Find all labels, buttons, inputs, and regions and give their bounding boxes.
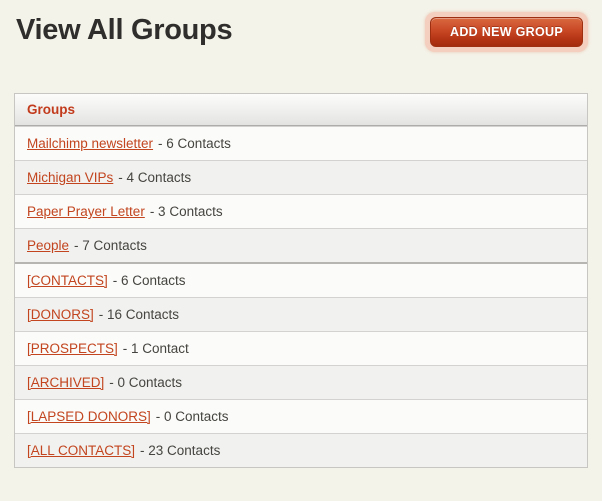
group-link[interactable]: [CONTACTS] [27, 273, 108, 288]
group-count: - 3 Contacts [149, 204, 223, 219]
group-row: [ALL CONTACTS] - 23 Contacts [15, 433, 587, 467]
group-count: - 6 Contacts [158, 136, 231, 151]
group-count: - 7 Contacts [74, 238, 147, 253]
group-link[interactable]: [DONORS] [27, 307, 94, 322]
group-row: Paper Prayer Letter - 3 Contacts [15, 194, 587, 228]
group-link[interactable]: [ARCHIVED] [27, 375, 104, 390]
group-row: [ARCHIVED] - 0 Contacts [15, 365, 587, 399]
group-link[interactable]: Michigan VIPs [27, 170, 113, 185]
group-count: - 0 Contacts [109, 375, 183, 390]
group-row: [LAPSED DONORS] - 0 Contacts [15, 399, 587, 433]
add-new-group-button[interactable]: ADD NEW GROUP [430, 17, 583, 47]
group-count: - 0 Contacts [155, 409, 229, 424]
group-row: Michigan VIPs - 4 Contacts [15, 160, 587, 194]
group-row: People - 7 Contacts [15, 228, 587, 262]
page-title: View All Groups [16, 14, 233, 46]
group-count: - 1 Contact [122, 341, 189, 356]
group-row: [DONORS] - 16 Contacts [15, 297, 587, 331]
add-new-group-button-halo: ADD NEW GROUP [425, 12, 588, 52]
group-link[interactable]: People [27, 238, 69, 253]
groups-table: Groups Mailchimp newsletter - 6 Contacts… [14, 93, 588, 468]
group-link[interactable]: Paper Prayer Letter [27, 204, 145, 219]
groups-column-header: Groups [15, 94, 587, 126]
group-count: - 4 Contacts [118, 170, 192, 185]
page-header: View All Groups ADD NEW GROUP [0, 0, 602, 52]
group-row: Mailchimp newsletter - 6 Contacts [15, 126, 587, 160]
group-link[interactable]: Mailchimp newsletter [27, 136, 153, 151]
group-count: - 16 Contacts [98, 307, 180, 322]
group-link[interactable]: [PROSPECTS] [27, 341, 118, 356]
group-row: [CONTACTS] - 6 Contacts [15, 262, 587, 297]
group-link[interactable]: [LAPSED DONORS] [27, 409, 151, 424]
group-row: [PROSPECTS] - 1 Contact [15, 331, 587, 365]
group-count: - 23 Contacts [140, 443, 221, 458]
group-count: - 6 Contacts [112, 273, 186, 288]
group-link[interactable]: [ALL CONTACTS] [27, 443, 135, 458]
